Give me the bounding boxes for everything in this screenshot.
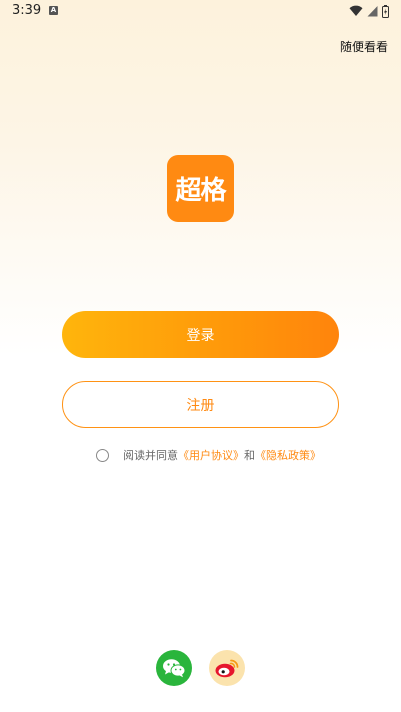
status-bar: 3:39 A [0,0,401,24]
skip-browse-link[interactable]: 随便看看 [340,38,388,55]
battery-icon [382,4,389,18]
agreement-row: 阅读并同意 《用户协议》 和 《隐私政策》 [96,447,321,463]
signal-icon [367,6,378,17]
agreement-prefix: 阅读并同意 [123,449,178,462]
wechat-icon [163,659,186,678]
agree-checkbox[interactable] [96,448,109,462]
privacy-policy-link[interactable]: 《隐私政策》 [255,447,321,463]
notification-icon: A [49,6,58,15]
user-agreement-link[interactable]: 《用户协议》 [178,447,244,463]
wifi-icon [349,5,363,16]
weibo-icon [215,659,239,678]
agreement-conjunction: 和 [244,449,255,462]
weibo-login-button[interactable] [209,650,245,686]
wechat-login-button[interactable] [156,650,192,686]
login-button[interactable]: 登录 [62,311,339,358]
app-logo: 超格 [167,155,234,222]
status-time: 3:39 [12,3,42,18]
social-login [156,650,245,686]
register-button[interactable]: 注册 [62,381,339,428]
status-icons [349,4,389,18]
